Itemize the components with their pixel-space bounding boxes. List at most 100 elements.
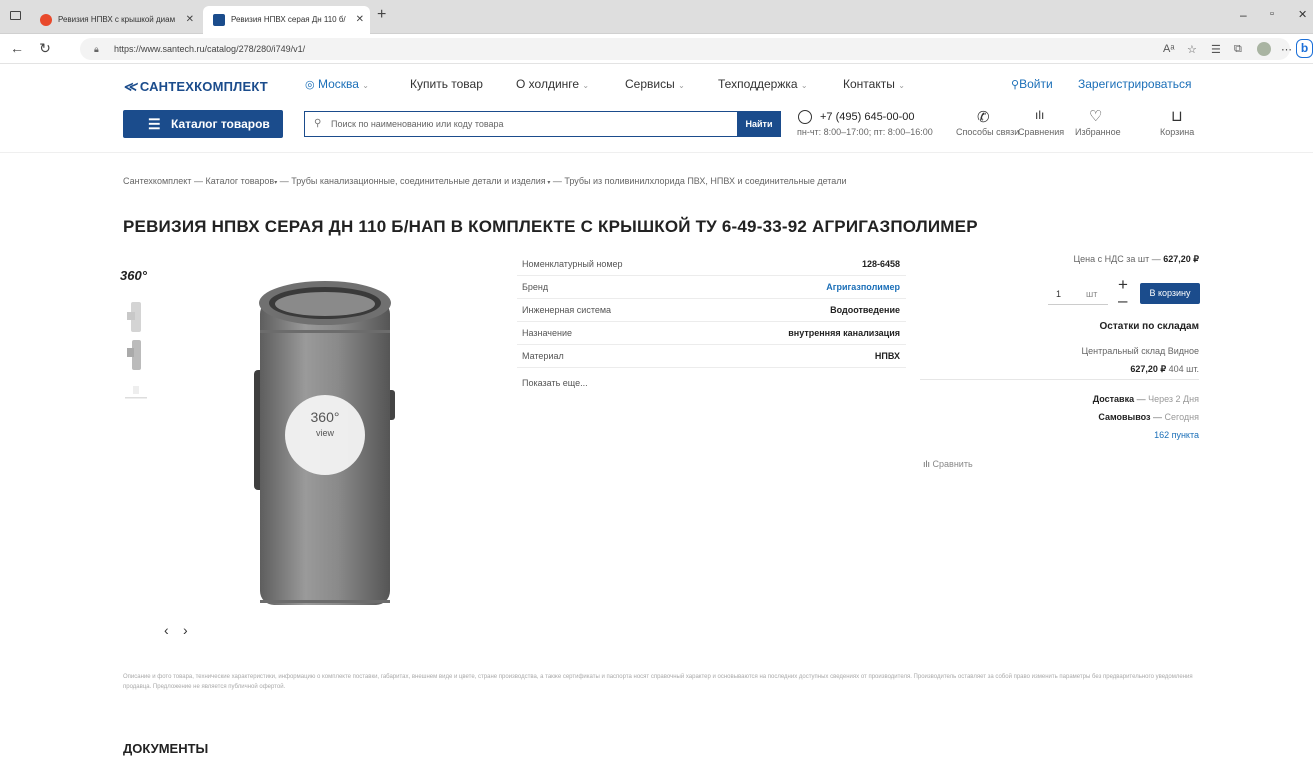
spec-value: внутренняя канализация xyxy=(788,328,900,338)
spec-key: Назначение xyxy=(522,328,573,338)
breadcrumb-item[interactable]: Сантехкомплект xyxy=(123,176,191,186)
thumbnail-image[interactable] xyxy=(121,300,151,334)
pickup-points-link[interactable]: 162 пункта xyxy=(1154,430,1199,440)
breadcrumb: Сантехкомплект — Каталог товаров▾ — Труб… xyxy=(123,176,847,186)
cart-label[interactable]: Корзина xyxy=(1160,127,1194,137)
browser-tab-1[interactable]: Ревизия НПВХ с крышкой диам ✕ xyxy=(30,6,200,34)
breadcrumb-item[interactable]: Трубы из поливинилхлорида ПВХ, НПВХ и со… xyxy=(564,176,846,186)
compare-label[interactable]: Сравнения xyxy=(1018,127,1064,137)
breadcrumb-separator: — xyxy=(193,176,206,186)
logo-mark-icon: ≪ xyxy=(123,79,137,94)
caret-down-icon[interactable]: ▾ xyxy=(274,180,277,186)
back-icon[interactable]: ← xyxy=(8,40,26,56)
spec-row: Инженерная система Водоотведение xyxy=(517,299,906,322)
stock-title: Остатки по складам xyxy=(1099,321,1199,332)
breadcrumb-separator: — xyxy=(552,176,565,186)
favorites-label[interactable]: Избранное xyxy=(1075,127,1121,137)
heart-icon[interactable]: ♡ xyxy=(1089,107,1102,125)
close-window-icon[interactable]: ✕ xyxy=(1298,8,1307,21)
location-pin-icon: ◎ xyxy=(305,79,315,91)
cart-icon[interactable]: ⊔ xyxy=(1171,107,1183,125)
site-logo[interactable]: ≪ САНТЕХКОМПЛЕКТ xyxy=(123,79,268,95)
tab-title: Ревизия НПВХ с крышкой диам xyxy=(58,15,176,24)
gallery-next-icon[interactable]: › xyxy=(183,622,188,638)
close-tab-icon[interactable]: ✕ xyxy=(356,6,364,34)
quantity-input[interactable]: 1 шт xyxy=(1048,283,1108,305)
breadcrumb-separator: — xyxy=(279,176,292,186)
delivery-line: Доставка — Через 2 Дня xyxy=(1092,394,1199,404)
spec-value: Водоотведение xyxy=(830,305,900,315)
login-link[interactable]: ⚲Войти xyxy=(1011,77,1053,91)
price-value: 627,20 ₽ xyxy=(1163,254,1199,264)
close-tab-icon[interactable]: ✕ xyxy=(186,6,194,34)
yandex-favicon-icon xyxy=(40,14,52,26)
nav-holding[interactable]: О холдинге ⌄ xyxy=(516,77,589,91)
spec-key: Бренд xyxy=(522,282,549,292)
profile-avatar-icon[interactable] xyxy=(1257,42,1271,56)
url-field[interactable]: 🔒︎ https://www.santech.ru/catalog/278/28… xyxy=(80,38,1290,60)
browser-tab-2[interactable]: Ревизия НПВХ серая Дн 110 б/ ✕ xyxy=(203,6,370,34)
thumb-360-button[interactable]: 360° xyxy=(120,268,147,283)
price-line: Цена с НДС за шт — 627,20 ₽ xyxy=(1073,254,1200,264)
show-more-link[interactable]: Показать еще... xyxy=(522,378,588,388)
nav-contacts[interactable]: Контакты ⌄ xyxy=(843,77,905,91)
phone-number[interactable]: +7 (495) 645-00-00 xyxy=(820,111,914,123)
spec-row: Номенклатурный номер 128-6458 xyxy=(517,253,906,276)
register-link[interactable]: Зарегистрироваться xyxy=(1078,77,1191,91)
caret-down-icon[interactable]: ▾ xyxy=(546,180,550,186)
header-divider xyxy=(0,152,1313,153)
city-selector[interactable]: ◎ Москва ⌄ xyxy=(305,77,369,91)
phone-icon[interactable]: ✆ xyxy=(977,108,990,126)
documents-heading: ДОКУМЕНТЫ xyxy=(123,741,209,756)
collections-icon[interactable]: ⧉ xyxy=(1234,43,1242,56)
spec-key: Инженерная система xyxy=(522,305,612,315)
stock-divider xyxy=(920,379,1199,380)
favorite-star-icon[interactable]: ☆ xyxy=(1187,43,1197,56)
nav-services[interactable]: Сервисы ⌄ xyxy=(625,77,685,91)
brand-link[interactable]: Агригазполимер xyxy=(826,276,900,298)
spec-key: Материал xyxy=(522,351,564,361)
compare-button[interactable]: ılı Сравнить xyxy=(923,459,973,469)
quantity-minus-icon[interactable]: – xyxy=(1118,292,1127,309)
nav-support[interactable]: Техподдержка ⌄ xyxy=(718,77,808,91)
breadcrumb-item[interactable]: Каталог товаров xyxy=(205,176,274,186)
tab-title: Ревизия НПВХ серая Дн 110 б/ xyxy=(231,15,346,24)
contact-methods-label[interactable]: Способы связи xyxy=(956,127,1019,137)
chevron-down-icon: ⌄ xyxy=(800,81,808,90)
window-menu-icon[interactable] xyxy=(10,11,21,20)
minimize-icon[interactable]: – xyxy=(1240,8,1247,22)
catalog-button[interactable]: ☰ Каталог товаров xyxy=(123,110,283,138)
browser-address-bar: ← ↻ 🔒︎ https://www.santech.ru/catalog/27… xyxy=(0,34,1313,64)
nav-buy[interactable]: Купить товар xyxy=(410,77,483,91)
disclaimer-text: Описание и фото товара, технические хара… xyxy=(123,674,1193,690)
url-text: https://www.santech.ru/catalog/278/280/i… xyxy=(114,44,306,54)
refresh-icon[interactable]: ↻ xyxy=(36,40,54,57)
add-to-cart-button[interactable]: В корзину xyxy=(1140,283,1200,304)
more-icon[interactable]: ⋯ xyxy=(1281,43,1292,56)
restore-icon[interactable]: ▫ xyxy=(1270,8,1274,20)
chevron-down-icon: ⌄ xyxy=(582,81,590,90)
compare-icon[interactable]: ılı xyxy=(1035,108,1044,122)
search-input[interactable]: ⚲ Поиск по наименованию или коду товара xyxy=(304,111,737,137)
read-aloud-icon[interactable]: Aᵃ xyxy=(1163,43,1174,55)
warehouse-name: Центральный склад Видное xyxy=(1081,346,1199,356)
thumbnail-image[interactable] xyxy=(121,380,151,402)
spec-row: Назначение внутренняя канализация xyxy=(517,322,906,345)
chevron-down-icon: ⌄ xyxy=(898,81,905,90)
new-tab-icon[interactable]: + xyxy=(377,6,386,24)
chevron-down-icon: ⌄ xyxy=(678,81,685,90)
lock-icon: 🔒︎ xyxy=(94,44,99,54)
spec-row: Бренд Агригазполимер xyxy=(517,276,906,299)
page-title: РЕВИЗИЯ НПВХ СЕРАЯ ДН 110 Б/НАП В КОМПЛЕ… xyxy=(123,217,978,236)
breadcrumb-item[interactable]: Трубы канализационные, соединительные де… xyxy=(291,176,545,186)
work-hours: пн-чт: 8:00–17:00; пт: 8:00–16:00 xyxy=(797,127,933,137)
thumbnail-image[interactable] xyxy=(121,338,151,372)
search-button[interactable]: Найти xyxy=(737,111,781,137)
favorites-list-icon[interactable]: ☰ xyxy=(1211,43,1221,56)
product-image[interactable]: 360° view xyxy=(240,270,410,615)
bing-icon[interactable]: b xyxy=(1296,39,1313,58)
santech-favicon-icon xyxy=(213,14,225,26)
chevron-down-icon: ⌄ xyxy=(362,81,369,90)
view-360-icon[interactable]: 360° view xyxy=(295,410,355,440)
gallery-prev-icon[interactable]: ‹ xyxy=(164,622,169,638)
